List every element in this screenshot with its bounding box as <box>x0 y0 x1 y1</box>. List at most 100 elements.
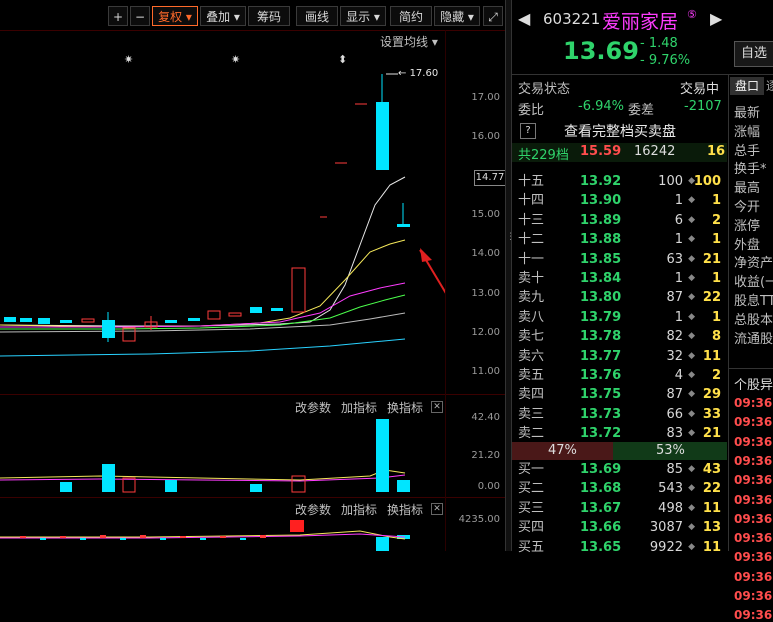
buy-count: 43 <box>702 462 721 477</box>
sell-row[interactable]: 卖三 13.73 66 33 ◆ <box>512 405 727 424</box>
tab-zhubi[interactable]: 逐 <box>766 77 773 95</box>
sell-qty: 1 <box>674 232 683 248</box>
alert-time[interactable]: 09:36 <box>734 396 772 410</box>
price-axis-label: 17.00 <box>471 92 500 103</box>
sell-qty: 87 <box>666 387 683 403</box>
stock-alert-section[interactable]: 个股异 <box>734 374 773 393</box>
sell-row[interactable]: 卖二 13.72 83 21 ◆ <box>512 424 727 443</box>
price-axis-label: 14.00 <box>471 248 500 259</box>
diejia-label: 叠加 <box>206 10 231 24</box>
sell-row[interactable]: 卖九 13.80 87 22 ◆ <box>512 288 727 307</box>
price-axis-label: 11.00 <box>471 366 500 377</box>
side-metric-label: 股息TT <box>734 294 773 309</box>
diejia-button[interactable]: 叠加 ▾ <box>200 6 246 26</box>
alert-time[interactable]: 09:36 <box>734 608 772 622</box>
row-dot-icon: ◆ <box>688 214 695 225</box>
sell-price: 13.79 <box>580 309 622 325</box>
sell-level-name: 卖五 <box>518 368 545 383</box>
side-metric-label: 最新 <box>734 106 761 121</box>
buy-price: 13.66 <box>580 520 622 536</box>
vol-switch-indicator-link[interactable]: 换指标 <box>387 399 423 416</box>
sell-count: 22 <box>702 290 721 306</box>
alert-time[interactable]: 09:36 <box>734 415 772 429</box>
huaxian-button[interactable]: 画线 <box>296 6 338 26</box>
add-watchlist-button[interactable]: 自选 <box>734 41 773 67</box>
sell-row[interactable]: 卖十 13.84 1 1 ◆ <box>512 269 727 288</box>
sell-row[interactable]: 卖八 13.79 1 1 ◆ <box>512 308 727 327</box>
buy-level-name: 买二 <box>518 481 545 497</box>
sell-qty: 1 <box>674 271 683 286</box>
row-dot-icon: ◆ <box>688 502 695 513</box>
trade-status-value: 交易中 <box>680 82 720 97</box>
buy-row[interactable]: 买三 13.67 498 11 ◆ <box>512 499 727 518</box>
alert-time[interactable]: 09:36 <box>734 454 772 468</box>
sell-level-name: 卖九 <box>518 290 545 306</box>
total-levels-qty: 16242 <box>634 144 676 159</box>
zoom-out-button[interactable]: − <box>130 6 150 26</box>
sell-row[interactable]: 卖五 13.76 4 2 ◆ <box>512 366 727 385</box>
row-dot-icon: ◆ <box>688 311 695 322</box>
alert-time[interactable]: 09:36 <box>734 435 772 449</box>
buy-row[interactable]: 买四 13.66 3087 13 ◆ <box>512 518 727 537</box>
alert-time[interactable]: 09:36 <box>734 550 772 564</box>
sell-row[interactable]: 十四 13.90 1 1 ◆ <box>512 191 727 210</box>
sell-level-name: 十二 <box>518 232 545 248</box>
vol-axis-label: 21.20 <box>471 450 500 461</box>
buy-count: 11 <box>702 539 721 555</box>
row-dot-icon: ◆ <box>688 522 695 533</box>
sell-count: 1 <box>711 309 721 325</box>
side-metric-label: 涨幅 <box>734 124 761 140</box>
buy-row[interactable]: 买五 13.65 9922 11 ◆ <box>512 538 727 557</box>
chouma-button[interactable]: 筹码 <box>248 6 290 26</box>
side-metric-label: 换手* <box>734 162 767 178</box>
buy-row[interactable]: 买一 13.69 85 43 ◆ <box>512 460 727 479</box>
sell-count: 1 <box>711 271 721 286</box>
alert-time[interactable]: 09:36 <box>734 512 772 526</box>
alert-time[interactable]: 09:36 <box>734 589 772 603</box>
sell-count: 33 <box>702 406 721 422</box>
help-icon[interactable]: ? <box>520 123 536 139</box>
xianshi-button[interactable]: 显示 ▾ <box>340 6 386 26</box>
alert-time[interactable]: 09:36 <box>734 473 772 487</box>
sell-qty: 63 <box>666 251 683 267</box>
row-dot-icon: ◆ <box>688 428 695 439</box>
full-orderbook-link[interactable]: 查看完整档买卖盘 <box>564 121 676 141</box>
sell-ratio-label: 47% <box>548 443 577 458</box>
back-arrow-icon[interactable]: ◀ <box>518 9 530 28</box>
fuquan-button[interactable]: 复权 ▾ <box>152 6 198 26</box>
current-price: 13.69 <box>563 37 639 65</box>
jianyue-button[interactable]: 简约 <box>390 6 432 26</box>
weibi-label: 委比 <box>518 103 545 118</box>
total-levels-price: 15.59 <box>580 144 622 159</box>
sell-row[interactable]: 十三 13.89 6 2 ◆ <box>512 211 727 230</box>
vol-change-params-link[interactable]: 改参数 <box>295 399 331 416</box>
sell-row[interactable]: 十一 13.85 63 21 ◆ <box>512 250 727 269</box>
sell-row[interactable]: 卖七 13.78 82 8 ◆ <box>512 327 727 346</box>
zoom-in-button[interactable]: + <box>108 6 128 26</box>
tab-pankou[interactable]: 盘口 <box>730 77 764 95</box>
yincang-button[interactable]: 隐藏 ▾ <box>434 6 480 26</box>
kline-chart-area[interactable]: + − 复权 ▾ 叠加 ▾ 筹码 画线 显示 ▾ 简约 隐藏 ▾ ⤢ 设置均线 … <box>0 0 506 551</box>
peak-price-label: ← 17.60 <box>398 68 439 79</box>
row-dot-icon: ◆ <box>688 464 695 474</box>
vol-add-indicator-link[interactable]: 加指标 <box>341 399 377 416</box>
sell-row[interactable]: 卖四 13.75 87 29 ◆ <box>512 385 727 404</box>
fuquan-label: 复权 <box>158 10 183 24</box>
ma-line-green <box>0 294 406 330</box>
sell-row[interactable]: 十五 13.92 100 100 ◆ <box>512 172 727 191</box>
ma-line-yellow <box>0 239 406 328</box>
sell-qty: 87 <box>666 290 683 306</box>
sell-row[interactable]: 十二 13.88 1 1 ◆ <box>512 230 727 249</box>
alert-time[interactable]: 09:36 <box>734 570 772 584</box>
price-change-pct-value: 9.76% <box>648 53 691 68</box>
buy-row[interactable]: 买二 13.68 543 22 ◆ <box>512 479 727 498</box>
next-arrow-icon[interactable]: ▶ <box>710 9 722 28</box>
sell-count: 1 <box>711 193 721 209</box>
fullscreen-button[interactable]: ⤢ <box>483 6 503 26</box>
sell-row[interactable]: 卖六 13.77 32 11 ◆ <box>512 347 727 366</box>
panel-splitter[interactable] <box>505 0 512 551</box>
weicha-value: -2107 <box>684 99 722 114</box>
alert-time[interactable]: 09:36 <box>734 531 772 545</box>
alert-time[interactable]: 09:36 <box>734 493 772 507</box>
stock-code: 603221 <box>543 10 601 28</box>
